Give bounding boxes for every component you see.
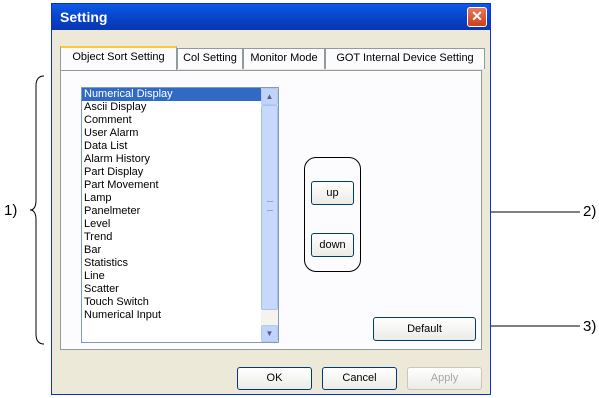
object-sort-list[interactable]: Numerical Display Ascii Display Comment Use… — [81, 87, 279, 343]
apply-button[interactable]: Apply — [407, 367, 482, 390]
list-item[interactable]: Trend — [82, 231, 262, 244]
list-item[interactable]: Lamp — [82, 192, 262, 205]
annotation-2: 2) — [583, 203, 597, 220]
tab-monitor-mode[interactable]: Monitor Mode — [243, 48, 325, 69]
tab-panel: Numerical Display Ascii Display Comment Use… — [60, 70, 482, 350]
scroll-up-button[interactable]: ▲ — [261, 88, 278, 105]
list-item[interactable]: Level — [82, 218, 262, 231]
annotation-1: 1) — [4, 202, 18, 219]
list-item[interactable]: Part Display — [82, 166, 262, 179]
list-item[interactable]: Bar — [82, 244, 262, 257]
ok-button[interactable]: OK — [237, 367, 312, 390]
brace-1 — [29, 75, 45, 345]
tab-label: Object Sort Setting — [72, 51, 165, 63]
list-item[interactable]: Part Movement — [82, 179, 262, 192]
scrollbar-thumb[interactable] — [261, 105, 278, 310]
list-item[interactable]: Alarm History — [82, 153, 262, 166]
list-item[interactable]: Panelmeter — [82, 205, 262, 218]
down-button[interactable]: down — [311, 233, 354, 257]
list-item[interactable]: Data List — [82, 140, 262, 153]
scroll-down-button[interactable]: ▼ — [261, 325, 278, 342]
tab-label: GOT Internal Device Setting — [336, 52, 474, 64]
title-bar[interactable]: Setting ✕ — [52, 4, 490, 30]
list-item[interactable]: User Alarm — [82, 127, 262, 140]
tab-label: Col Setting — [183, 52, 237, 64]
scroll-up-icon: ▲ — [265, 92, 274, 101]
grip-icon — [267, 201, 273, 211]
tab-label: Monitor Mode — [250, 52, 318, 64]
setting-dialog: Setting ✕ Object Sort Setting Col Settin… — [51, 3, 491, 395]
list-item[interactable]: Ascii Display — [82, 101, 262, 114]
list-item[interactable]: Numerical Display — [82, 88, 262, 101]
cancel-button[interactable]: Cancel — [322, 367, 397, 390]
list-item[interactable]: Line — [82, 270, 262, 283]
tab-object-sort-setting[interactable]: Object Sort Setting — [60, 46, 177, 70]
dialog-title: Setting — [60, 9, 108, 25]
list-items: Numerical Display Ascii Display Comment Use… — [82, 88, 278, 322]
default-button[interactable]: Default — [373, 317, 476, 341]
close-icon: ✕ — [471, 8, 483, 24]
scroll-down-icon: ▼ — [265, 329, 274, 338]
vertical-scrollbar[interactable]: ▲ ▼ — [261, 88, 278, 342]
list-item[interactable]: Numerical Input — [82, 309, 262, 322]
annotation-3: 3) — [583, 318, 597, 335]
up-button[interactable]: up — [311, 181, 354, 205]
close-button[interactable]: ✕ — [467, 7, 487, 27]
list-item[interactable]: Comment — [82, 114, 262, 127]
list-item[interactable]: Statistics — [82, 257, 262, 270]
list-item[interactable]: Touch Switch — [82, 296, 262, 309]
list-item[interactable]: Scatter — [82, 283, 262, 296]
tab-col-setting[interactable]: Col Setting — [177, 48, 243, 69]
tab-got-internal-device-setting[interactable]: GOT Internal Device Setting — [325, 48, 485, 69]
